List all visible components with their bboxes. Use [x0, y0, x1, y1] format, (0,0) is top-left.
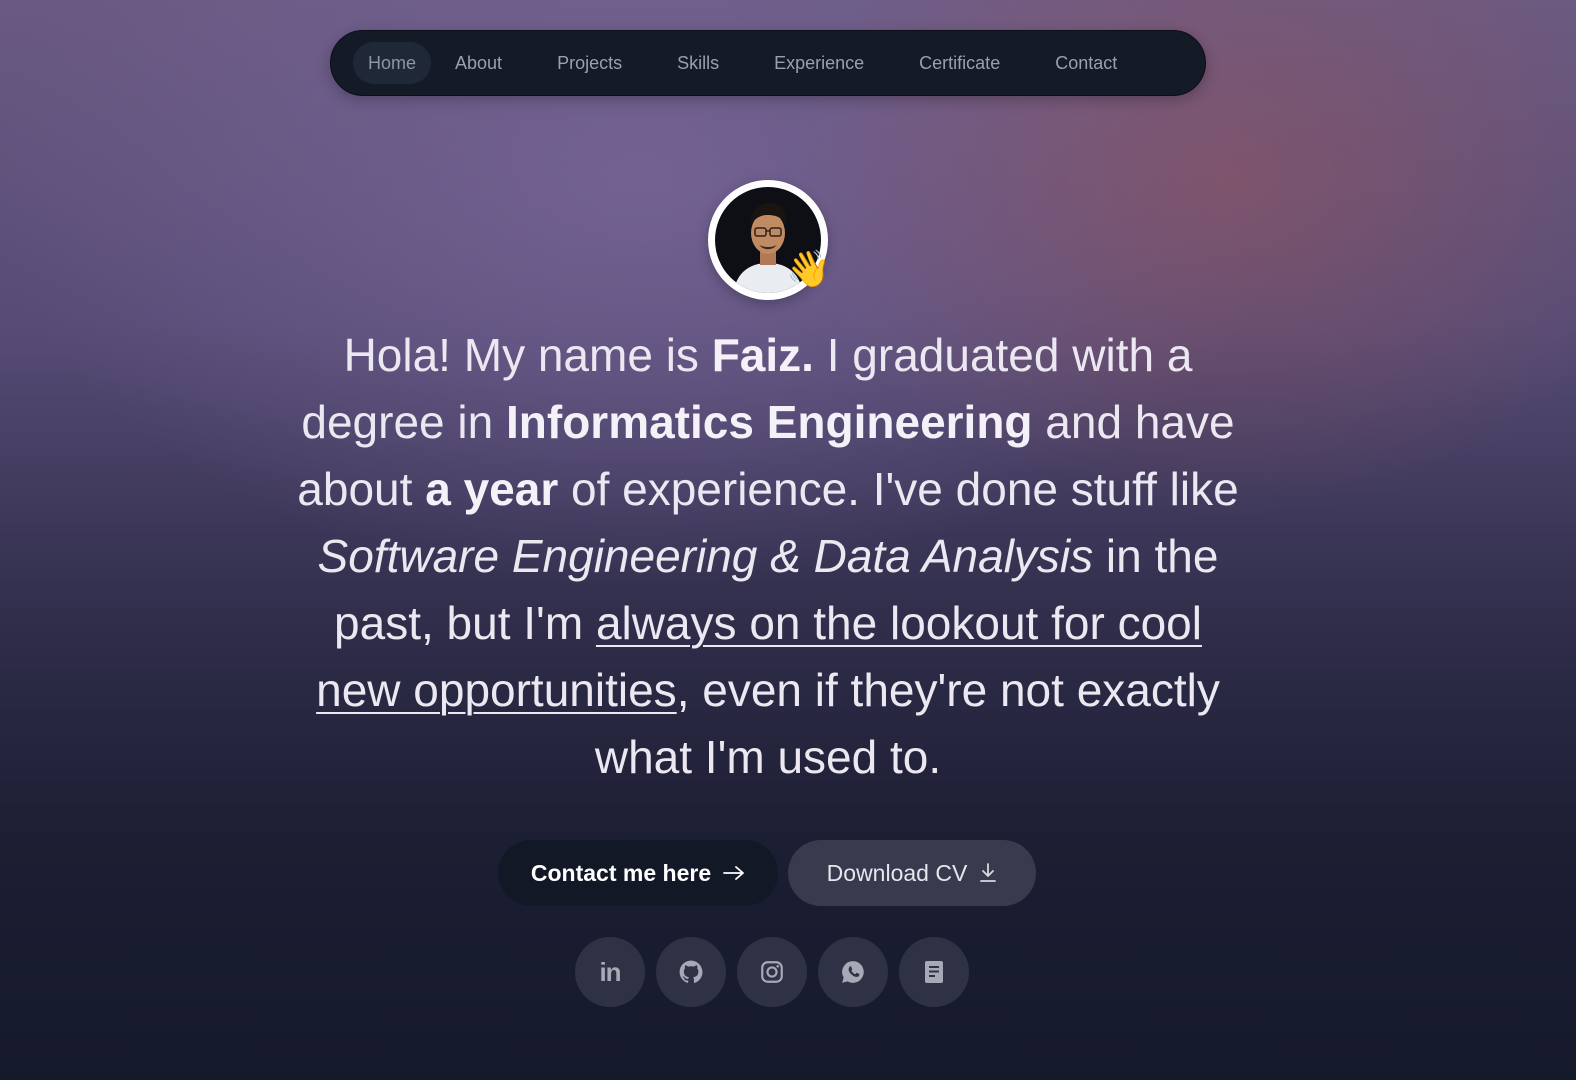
- github-link[interactable]: [656, 937, 726, 1007]
- document-icon: [925, 961, 943, 983]
- nav-home[interactable]: Home: [353, 42, 432, 84]
- intro-text-4: of experience. I've done stuff like: [558, 463, 1239, 515]
- instagram-link[interactable]: [737, 937, 807, 1007]
- intro-greeting: Hola! My name is: [343, 329, 712, 381]
- intro-duration: a year: [425, 463, 559, 515]
- intro-text: Hola! My name is Faiz. I graduated with …: [288, 322, 1248, 791]
- nav-experience[interactable]: Experience: [759, 42, 879, 84]
- profile-avatar: 👋: [708, 180, 831, 300]
- github-icon: [679, 960, 703, 983]
- arrow-right-icon: [723, 866, 745, 880]
- linkedin-link[interactable]: in: [575, 937, 645, 1007]
- download-cv-label: Download CV: [826, 859, 968, 886]
- nav-projects[interactable]: Projects: [542, 42, 637, 84]
- download-cv-button[interactable]: Download CV: [788, 840, 1036, 906]
- main-nav: Home About Projects Skills Experience Ce…: [330, 30, 1206, 96]
- contact-me-label: Contact me here: [530, 859, 712, 886]
- linkedin-icon: in: [599, 956, 621, 987]
- intro-degree: Informatics Engineering: [506, 396, 1033, 448]
- download-icon: [980, 863, 997, 882]
- whatsapp-icon: [842, 961, 864, 983]
- intro-fields: Software Engineering & Data Analysis: [317, 530, 1094, 582]
- waving-hand-icon: 👋: [786, 249, 831, 290]
- nav-certificate[interactable]: Certificate: [904, 42, 1015, 84]
- nav-contact[interactable]: Contact: [1040, 42, 1132, 84]
- resume-link[interactable]: [899, 937, 969, 1007]
- nav-about[interactable]: About: [440, 42, 517, 84]
- whatsapp-link[interactable]: [818, 937, 888, 1007]
- intro-name: Faiz.: [711, 329, 814, 381]
- instagram-icon: [761, 961, 783, 983]
- intro-text-6: , even if they're not exactly what I'm u…: [594, 664, 1220, 783]
- social-links: in: [575, 937, 969, 1007]
- nav-skills[interactable]: Skills: [662, 42, 734, 84]
- contact-me-button[interactable]: Contact me here: [498, 840, 778, 906]
